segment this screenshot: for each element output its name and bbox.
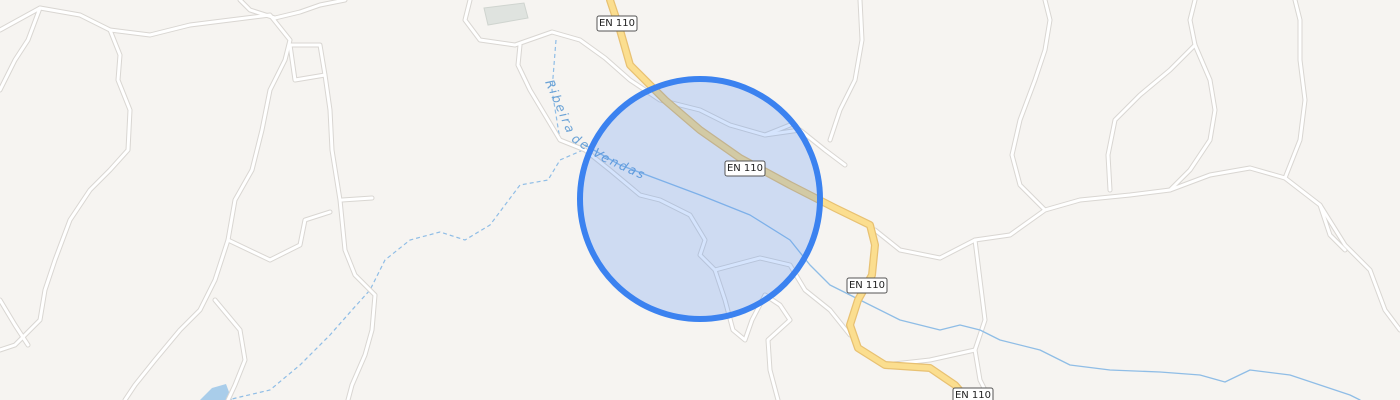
map-svg: Ribeira de Vendas EN 110 EN 110 EN 110 E… [0,0,1400,400]
road-shield: EN 110 [596,15,638,32]
road-shield: EN 110 [846,277,888,294]
stream-dashed-1 [231,149,584,400]
road-shield-label: EN 110 [727,163,763,174]
road-shield-label: EN 110 [955,390,991,400]
location-accuracy-circle[interactable] [577,76,823,322]
road-shield: EN 110 [952,387,994,400]
road-shield-label: EN 110 [599,18,635,29]
road-shield-label: EN 110 [849,280,885,291]
road-shield: EN 110 [724,160,766,177]
map-canvas[interactable]: Ribeira de Vendas EN 110 EN 110 EN 110 E… [0,0,1400,400]
building [483,2,529,26]
